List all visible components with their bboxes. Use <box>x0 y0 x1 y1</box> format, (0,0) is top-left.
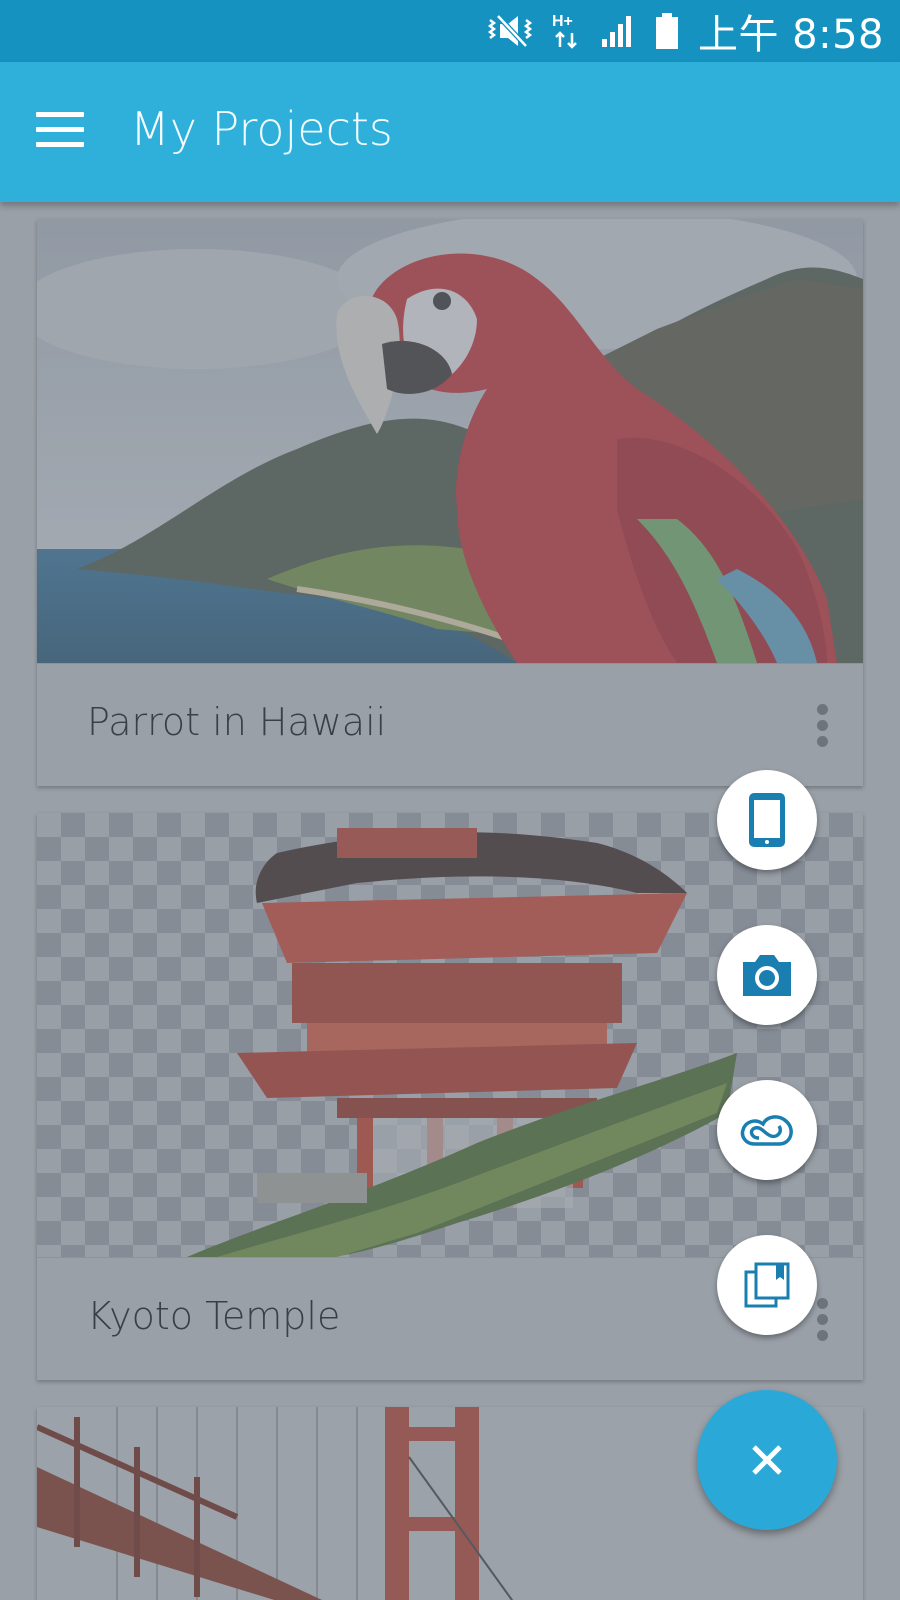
status-time: 上午 8:58 <box>697 12 884 58</box>
creative-cloud-fab[interactable] <box>717 1080 817 1180</box>
overflow-menu-icon[interactable] <box>815 704 829 748</box>
library-fab[interactable] <box>717 1235 817 1335</box>
signal-icon <box>600 13 636 49</box>
project-title: Parrot in Hawaii <box>87 700 387 744</box>
camera-icon <box>743 955 791 996</box>
page-title: My Projects <box>130 102 393 156</box>
parrot-hawaii-image <box>37 219 863 663</box>
app-bar: My Projects <box>0 62 900 202</box>
hplus-data-icon: H+ <box>552 11 582 51</box>
project-title: Kyoto Temple <box>87 1294 341 1338</box>
creative-cloud-icon <box>740 1115 793 1146</box>
overflow-menu-icon[interactable] <box>815 1298 829 1342</box>
library-icon <box>744 1262 790 1308</box>
kyoto-temple-image <box>187 828 737 1257</box>
project-thumbnail[interactable] <box>37 219 863 663</box>
project-footer: Parrot in Hawaii <box>37 663 863 786</box>
project-card[interactable]: Parrot in Hawaii <box>37 219 863 786</box>
close-icon <box>752 1445 782 1475</box>
vibrate-mute-icon <box>486 12 534 50</box>
device-fab[interactable] <box>717 770 817 870</box>
battery-icon <box>654 12 680 50</box>
project-thumbnail[interactable] <box>37 813 863 1257</box>
camera-fab[interactable] <box>717 925 817 1025</box>
status-bar: H+ 上午 8:58 <box>0 0 900 62</box>
device-icon <box>749 793 785 847</box>
close-fab-button[interactable] <box>697 1390 837 1530</box>
hamburger-menu-icon[interactable] <box>36 112 84 152</box>
